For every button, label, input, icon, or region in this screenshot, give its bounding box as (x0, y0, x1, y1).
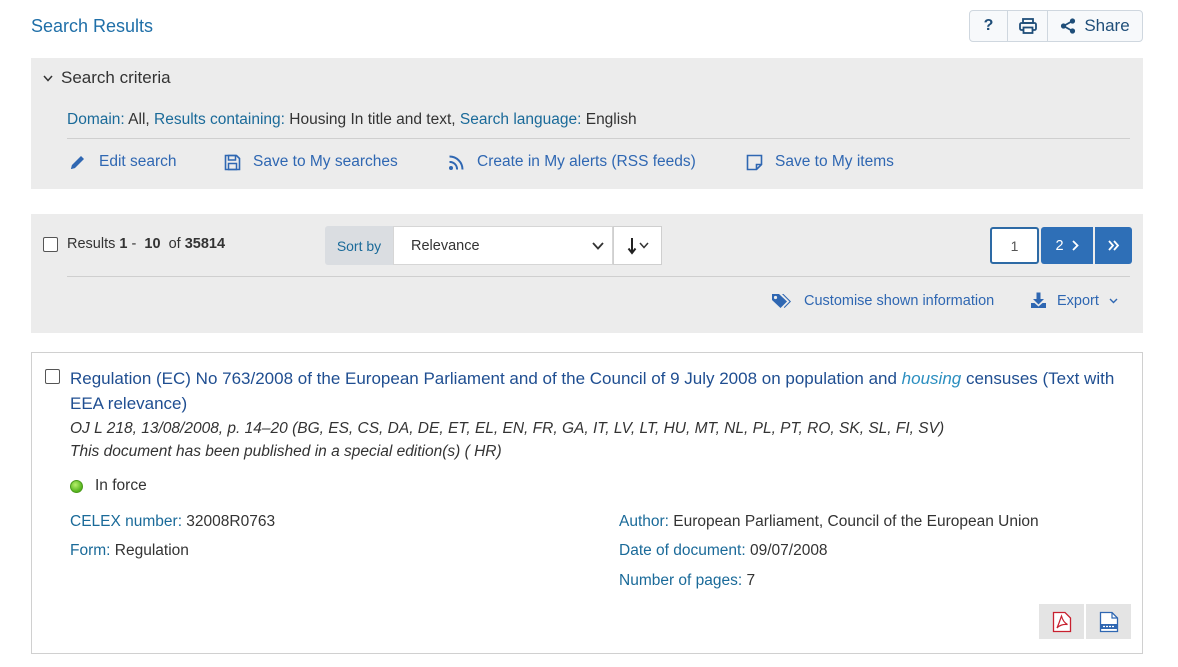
author-value: European Parliament, Council of the Euro… (668, 513, 1039, 530)
customise-shown-information-link[interactable]: Customise shown information (771, 293, 1030, 309)
author-field: Author: European Parliament, Council of … (619, 513, 1039, 531)
sort-select[interactable]: Relevance (393, 226, 613, 265)
bookmark-square-icon (746, 154, 763, 170)
form-value: Regulation (110, 542, 189, 559)
criteria-summary: Domain: All, Results containing: Housing… (67, 111, 637, 129)
edit-search-label: Edit search (99, 153, 177, 170)
create-alert-label: Create in My alerts (RSS feeds) (477, 153, 696, 170)
results-from: 1 (119, 236, 128, 252)
chevron-down-icon (43, 75, 53, 82)
status-dot-icon (70, 479, 83, 493)
pagination: 1 2 (990, 227, 1132, 264)
result-title-link[interactable]: Regulation (EC) No 763/2008 of the Europ… (70, 366, 1120, 416)
containing-value: Housing In title and text, (284, 111, 456, 128)
special-edition-note: This document has been published in a sp… (70, 443, 502, 460)
search-criteria-toggle[interactable]: Search criteria (43, 68, 171, 88)
sort-direction-button[interactable] (613, 226, 662, 265)
create-alert-link[interactable]: Create in My alerts (RSS feeds) (448, 153, 746, 171)
search-criteria-heading: Search criteria (61, 68, 171, 87)
export-label: Export (1057, 292, 1099, 309)
top-toolbar: ? Share (969, 10, 1143, 42)
divider (67, 276, 1130, 277)
chevron-right-icon (1071, 240, 1079, 251)
pages-label: Number of pages: (619, 572, 743, 589)
pencil-icon (71, 155, 84, 169)
save-to-my-searches-link[interactable]: Save to My searches (224, 153, 448, 171)
print-icon (1018, 18, 1037, 34)
domain-label: Domain: (67, 111, 125, 128)
pages-field: Number of pages: 7 (619, 572, 755, 590)
celex-field: CELEX number: 32008R0763 (70, 513, 275, 531)
help-button[interactable]: ? (970, 11, 1008, 41)
page-number-input[interactable]: 1 (990, 227, 1039, 264)
sort-value: Relevance (411, 237, 480, 254)
results-dash: - (131, 236, 137, 252)
double-chevron-right-icon (1107, 240, 1119, 251)
results-to: 10 (144, 236, 161, 252)
download-icon (1031, 292, 1046, 308)
html-file-icon (1099, 611, 1118, 632)
customise-label: Customise shown information (804, 292, 995, 309)
language-label: Search language: (459, 111, 582, 128)
html-button[interactable] (1086, 604, 1131, 639)
save-to-my-items-link[interactable]: Save to My items (746, 153, 894, 171)
results-label: Results (67, 236, 116, 252)
title-text: Regulation (EC) No 763/2008 of the Europ… (70, 369, 902, 388)
share-button[interactable]: Share (1048, 11, 1142, 41)
pdf-icon (1052, 611, 1071, 632)
page-title: Search Results (31, 16, 154, 36)
select-all-checkbox[interactable] (43, 236, 58, 252)
date-label: Date of document: (619, 542, 746, 559)
last-page-button[interactable] (1095, 227, 1132, 264)
print-button[interactable] (1008, 11, 1048, 41)
results-count: Results 1 - 10 of 35814 (43, 236, 225, 252)
celex-label: CELEX number: (70, 513, 182, 530)
status-badge: In force (70, 477, 147, 495)
pdf-button[interactable] (1039, 604, 1084, 639)
share-icon (1061, 18, 1076, 34)
save-to-my-items-label: Save to My items (775, 153, 894, 170)
oj-reference: OJ L 218, 13/08/2008, p. 14–20 (BG, ES, … (70, 420, 945, 437)
result-item: Regulation (EC) No 763/2008 of the Europ… (31, 352, 1143, 654)
sort-descending-icon (627, 237, 636, 255)
domain-value: All, (124, 111, 150, 128)
document-formats (1039, 604, 1131, 639)
export-dropdown[interactable]: Export (1030, 292, 1118, 309)
results-toolbar: Results 1 - 10 of 35814 Sort by Relevanc… (31, 214, 1143, 333)
sort-control: Sort by Relevance (325, 226, 662, 265)
chevron-down-icon (638, 242, 649, 249)
results-of: of (168, 236, 181, 252)
result-checkbox[interactable] (45, 369, 60, 384)
date-field: Date of document: 09/07/2008 (619, 542, 828, 560)
form-field: Form: Regulation (70, 542, 189, 560)
share-label: Share (1084, 16, 1130, 35)
divider (67, 138, 1130, 139)
chevron-down-icon (1109, 298, 1118, 303)
celex-value: 32008R0763 (182, 513, 276, 530)
next-page-button[interactable]: 2 (1041, 227, 1093, 264)
title-highlight: housing (901, 369, 962, 388)
save-to-my-searches-label: Save to My searches (253, 153, 398, 170)
status-label: In force (95, 477, 147, 494)
pages-value: 7 (742, 572, 756, 589)
floppy-disk-icon (224, 154, 241, 170)
language-value: English (581, 111, 637, 128)
author-label: Author: (619, 513, 669, 530)
edit-search-link[interactable]: Edit search (69, 153, 224, 171)
results-tools: Customise shown information Export (771, 292, 1118, 309)
sort-by-label: Sort by (325, 226, 393, 265)
containing-label: Results containing: (154, 111, 285, 128)
rss-icon (449, 155, 464, 170)
tags-icon (772, 293, 791, 308)
search-criteria-panel: Search criteria Domain: All, Results con… (31, 58, 1143, 189)
chevron-down-icon (592, 241, 604, 250)
next-page-number: 2 (1055, 237, 1064, 254)
date-value: 09/07/2008 (745, 542, 828, 559)
form-label: Form: (70, 542, 111, 559)
result-meta: OJ L 218, 13/08/2008, p. 14–20 (BG, ES, … (70, 417, 944, 463)
results-total: 35814 (184, 236, 226, 252)
question-icon: ? (983, 17, 994, 34)
criteria-actions: Edit search Save to My searches Create i… (69, 153, 894, 171)
